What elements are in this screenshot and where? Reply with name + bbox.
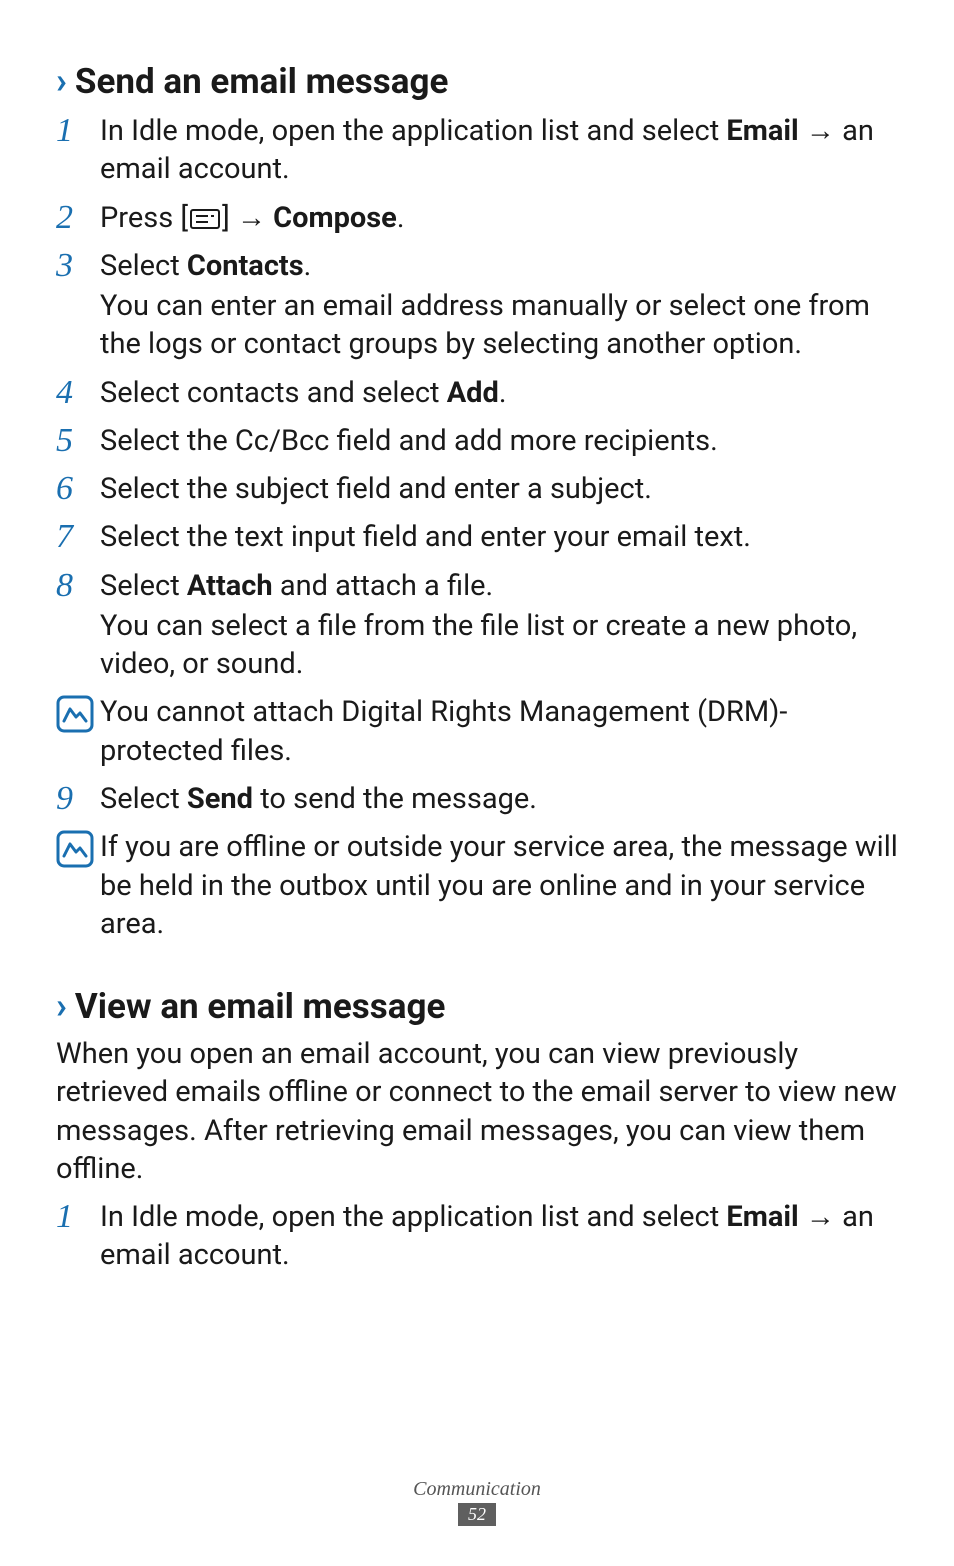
step-number: 4 [56, 374, 100, 411]
step-6: 6 Select the subject field and enter a s… [56, 470, 898, 508]
step-7: 7 Select the text input field and enter … [56, 518, 898, 556]
text: ] → [222, 201, 273, 235]
text-bold: Attach [187, 569, 273, 603]
step-body: In Idle mode, open the application list … [100, 1198, 898, 1275]
step-body: Select Send to send the message. [100, 780, 898, 818]
step-1-view: 1 In Idle mode, open the application lis… [56, 1198, 898, 1275]
footer-label: Communication [0, 1478, 954, 1501]
step-5: 5 Select the Cc/Bcc field and add more r… [56, 422, 898, 460]
note-text: If you are offline or outside your servi… [100, 828, 898, 943]
chevron-icon: › [56, 60, 67, 102]
step-number: 8 [56, 567, 100, 604]
step-body: Select the Cc/Bcc field and add more rec… [100, 422, 898, 460]
step-body: Select contacts and select Add. [100, 374, 898, 412]
step-body: Select the text input field and enter yo… [100, 518, 898, 556]
text: Select the subject field and enter a sub… [100, 470, 898, 508]
text: Select [100, 249, 187, 283]
note-text: You cannot attach Digital Rights Managem… [100, 693, 898, 770]
step-number: 3 [56, 247, 100, 284]
step-body: Select Attach and attach a file. You can… [100, 567, 898, 684]
text: . [304, 249, 312, 283]
step-number: 2 [56, 199, 100, 236]
text: In Idle mode, open the application list … [100, 114, 726, 148]
page-footer: Communication 52 [0, 1478, 954, 1526]
step-2: 2 Press [ ] → Compose. [56, 199, 898, 237]
section-heading-send: › Send an email message [56, 60, 898, 102]
step-body: Press [ ] → Compose. [100, 199, 898, 237]
step-number: 5 [56, 422, 100, 459]
text: In Idle mode, open the application list … [100, 1200, 726, 1234]
text-bold: Add [447, 376, 499, 410]
chevron-icon: › [56, 985, 67, 1027]
menu-icon [190, 209, 220, 229]
step-body: Select the subject field and enter a sub… [100, 470, 898, 508]
text-bold: Email [726, 1200, 798, 1234]
section-heading-view: › View an email message [56, 985, 898, 1027]
text: to send the message. [253, 782, 537, 816]
step-3: 3 Select Contacts. You can enter an emai… [56, 247, 898, 364]
paragraph: When you open an email account, you can … [56, 1035, 898, 1188]
text-bold: Send [187, 782, 253, 816]
page-number: 52 [458, 1503, 496, 1526]
step-body: Select Contacts. You can enter an email … [100, 247, 898, 364]
step-8: 8 Select Attach and attach a file. You c… [56, 567, 898, 684]
text: Select contacts and select [100, 376, 447, 410]
text: . [499, 376, 507, 410]
note-icon [56, 828, 100, 868]
text: Select [100, 569, 187, 603]
step-number: 1 [56, 112, 100, 149]
step-9: 9 Select Send to send the message. [56, 780, 898, 818]
text: You can select a file from the file list… [100, 607, 898, 684]
note-drm: You cannot attach Digital Rights Managem… [56, 693, 898, 770]
step-number: 7 [56, 518, 100, 555]
text: Press [ [100, 201, 188, 235]
note-offline: If you are offline or outside your servi… [56, 828, 898, 943]
text: Select the text input field and enter yo… [100, 518, 898, 556]
text: Select [100, 782, 187, 816]
step-1: 1 In Idle mode, open the application lis… [56, 112, 898, 189]
step-number: 6 [56, 470, 100, 507]
note-icon [56, 693, 100, 733]
text-bold: Contacts [187, 249, 304, 283]
step-number: 1 [56, 1198, 100, 1235]
text: and attach a file. [273, 569, 494, 603]
text-bold: Email [726, 114, 798, 148]
step-body: In Idle mode, open the application list … [100, 112, 898, 189]
section-title: Send an email message [75, 61, 449, 102]
text: . [397, 201, 405, 235]
section-title: View an email message [75, 986, 445, 1027]
step-4: 4 Select contacts and select Add. [56, 374, 898, 412]
text: You can enter an email address manually … [100, 287, 898, 364]
text-bold: Compose [273, 201, 397, 235]
text: Select the Cc/Bcc field and add more rec… [100, 422, 898, 460]
step-number: 9 [56, 780, 100, 817]
